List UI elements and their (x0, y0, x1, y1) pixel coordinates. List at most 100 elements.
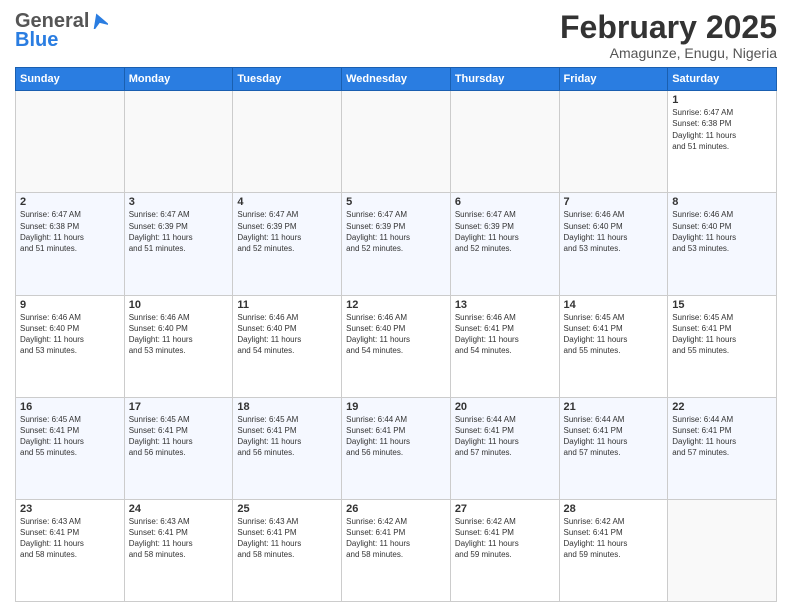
day-info: Sunrise: 6:45 AM Sunset: 6:41 PM Dayligh… (20, 414, 120, 459)
day-cell: 28Sunrise: 6:42 AM Sunset: 6:41 PM Dayli… (559, 499, 668, 601)
day-cell: 11Sunrise: 6:46 AM Sunset: 6:40 PM Dayli… (233, 295, 342, 397)
day-cell: 10Sunrise: 6:46 AM Sunset: 6:40 PM Dayli… (124, 295, 233, 397)
day-number: 19 (346, 401, 446, 413)
day-info: Sunrise: 6:43 AM Sunset: 6:41 PM Dayligh… (20, 516, 120, 561)
day-info: Sunrise: 6:46 AM Sunset: 6:40 PM Dayligh… (20, 312, 120, 357)
calendar-header-row: SundayMondayTuesdayWednesdayThursdayFrid… (16, 68, 777, 91)
day-number: 17 (129, 401, 229, 413)
day-cell: 7Sunrise: 6:46 AM Sunset: 6:40 PM Daylig… (559, 193, 668, 295)
header: General Blue February 2025 Amagunze, Enu… (15, 10, 777, 61)
day-number: 23 (20, 503, 120, 515)
day-cell: 26Sunrise: 6:42 AM Sunset: 6:41 PM Dayli… (342, 499, 451, 601)
day-info: Sunrise: 6:47 AM Sunset: 6:39 PM Dayligh… (237, 209, 337, 254)
week-row-4: 16Sunrise: 6:45 AM Sunset: 6:41 PM Dayli… (16, 397, 777, 499)
day-header-tuesday: Tuesday (233, 68, 342, 91)
day-number: 6 (455, 196, 555, 208)
day-cell: 27Sunrise: 6:42 AM Sunset: 6:41 PM Dayli… (450, 499, 559, 601)
day-cell: 15Sunrise: 6:45 AM Sunset: 6:41 PM Dayli… (668, 295, 777, 397)
day-cell: 9Sunrise: 6:46 AM Sunset: 6:40 PM Daylig… (16, 295, 125, 397)
day-info: Sunrise: 6:44 AM Sunset: 6:41 PM Dayligh… (455, 414, 555, 459)
day-cell: 24Sunrise: 6:43 AM Sunset: 6:41 PM Dayli… (124, 499, 233, 601)
day-cell (342, 91, 451, 193)
logo-blue-text: Blue (15, 29, 58, 52)
day-cell: 6Sunrise: 6:47 AM Sunset: 6:39 PM Daylig… (450, 193, 559, 295)
day-info: Sunrise: 6:47 AM Sunset: 6:39 PM Dayligh… (455, 209, 555, 254)
day-number: 24 (129, 503, 229, 515)
month-title: February 2025 (560, 10, 777, 45)
day-cell: 4Sunrise: 6:47 AM Sunset: 6:39 PM Daylig… (233, 193, 342, 295)
calendar-table: SundayMondayTuesdayWednesdayThursdayFrid… (15, 67, 777, 602)
day-info: Sunrise: 6:47 AM Sunset: 6:39 PM Dayligh… (346, 209, 446, 254)
day-cell: 2Sunrise: 6:47 AM Sunset: 6:38 PM Daylig… (16, 193, 125, 295)
day-cell: 25Sunrise: 6:43 AM Sunset: 6:41 PM Dayli… (233, 499, 342, 601)
day-cell: 20Sunrise: 6:44 AM Sunset: 6:41 PM Dayli… (450, 397, 559, 499)
day-number: 3 (129, 196, 229, 208)
day-info: Sunrise: 6:45 AM Sunset: 6:41 PM Dayligh… (129, 414, 229, 459)
day-info: Sunrise: 6:44 AM Sunset: 6:41 PM Dayligh… (346, 414, 446, 459)
day-header-sunday: Sunday (16, 68, 125, 91)
day-cell (16, 91, 125, 193)
day-number: 15 (672, 299, 772, 311)
day-cell (668, 499, 777, 601)
day-cell: 3Sunrise: 6:47 AM Sunset: 6:39 PM Daylig… (124, 193, 233, 295)
day-info: Sunrise: 6:46 AM Sunset: 6:40 PM Dayligh… (564, 209, 664, 254)
day-info: Sunrise: 6:46 AM Sunset: 6:40 PM Dayligh… (129, 312, 229, 357)
day-number: 21 (564, 401, 664, 413)
day-number: 26 (346, 503, 446, 515)
day-number: 28 (564, 503, 664, 515)
day-number: 9 (20, 299, 120, 311)
day-number: 16 (20, 401, 120, 413)
day-cell: 22Sunrise: 6:44 AM Sunset: 6:41 PM Dayli… (668, 397, 777, 499)
day-number: 10 (129, 299, 229, 311)
day-info: Sunrise: 6:44 AM Sunset: 6:41 PM Dayligh… (672, 414, 772, 459)
day-cell: 16Sunrise: 6:45 AM Sunset: 6:41 PM Dayli… (16, 397, 125, 499)
day-number: 20 (455, 401, 555, 413)
day-cell: 23Sunrise: 6:43 AM Sunset: 6:41 PM Dayli… (16, 499, 125, 601)
day-info: Sunrise: 6:44 AM Sunset: 6:41 PM Dayligh… (564, 414, 664, 459)
day-info: Sunrise: 6:45 AM Sunset: 6:41 PM Dayligh… (564, 312, 664, 357)
week-row-5: 23Sunrise: 6:43 AM Sunset: 6:41 PM Dayli… (16, 499, 777, 601)
day-info: Sunrise: 6:47 AM Sunset: 6:39 PM Dayligh… (129, 209, 229, 254)
day-cell: 5Sunrise: 6:47 AM Sunset: 6:39 PM Daylig… (342, 193, 451, 295)
day-info: Sunrise: 6:43 AM Sunset: 6:41 PM Dayligh… (237, 516, 337, 561)
day-info: Sunrise: 6:45 AM Sunset: 6:41 PM Dayligh… (672, 312, 772, 357)
day-number: 14 (564, 299, 664, 311)
day-info: Sunrise: 6:47 AM Sunset: 6:38 PM Dayligh… (672, 107, 772, 152)
day-number: 8 (672, 196, 772, 208)
day-cell: 13Sunrise: 6:46 AM Sunset: 6:41 PM Dayli… (450, 295, 559, 397)
day-cell (450, 91, 559, 193)
location: Amagunze, Enugu, Nigeria (560, 45, 777, 61)
day-header-thursday: Thursday (450, 68, 559, 91)
day-info: Sunrise: 6:42 AM Sunset: 6:41 PM Dayligh… (455, 516, 555, 561)
day-cell (124, 91, 233, 193)
day-number: 1 (672, 94, 772, 106)
day-info: Sunrise: 6:45 AM Sunset: 6:41 PM Dayligh… (237, 414, 337, 459)
day-number: 4 (237, 196, 337, 208)
day-number: 18 (237, 401, 337, 413)
page: General Blue February 2025 Amagunze, Enu… (0, 0, 792, 612)
day-header-friday: Friday (559, 68, 668, 91)
day-cell (559, 91, 668, 193)
day-number: 27 (455, 503, 555, 515)
day-cell: 12Sunrise: 6:46 AM Sunset: 6:40 PM Dayli… (342, 295, 451, 397)
day-header-wednesday: Wednesday (342, 68, 451, 91)
day-cell: 21Sunrise: 6:44 AM Sunset: 6:41 PM Dayli… (559, 397, 668, 499)
day-info: Sunrise: 6:46 AM Sunset: 6:40 PM Dayligh… (672, 209, 772, 254)
title-block: February 2025 Amagunze, Enugu, Nigeria (560, 10, 777, 61)
day-number: 12 (346, 299, 446, 311)
logo-bird-icon (90, 13, 108, 29)
day-info: Sunrise: 6:47 AM Sunset: 6:38 PM Dayligh… (20, 209, 120, 254)
day-number: 5 (346, 196, 446, 208)
day-info: Sunrise: 6:42 AM Sunset: 6:41 PM Dayligh… (564, 516, 664, 561)
day-number: 11 (237, 299, 337, 311)
day-cell: 8Sunrise: 6:46 AM Sunset: 6:40 PM Daylig… (668, 193, 777, 295)
day-number: 7 (564, 196, 664, 208)
day-cell: 18Sunrise: 6:45 AM Sunset: 6:41 PM Dayli… (233, 397, 342, 499)
logo: General Blue (15, 10, 108, 52)
day-info: Sunrise: 6:43 AM Sunset: 6:41 PM Dayligh… (129, 516, 229, 561)
day-number: 22 (672, 401, 772, 413)
day-cell: 17Sunrise: 6:45 AM Sunset: 6:41 PM Dayli… (124, 397, 233, 499)
day-number: 13 (455, 299, 555, 311)
day-cell: 1Sunrise: 6:47 AM Sunset: 6:38 PM Daylig… (668, 91, 777, 193)
day-info: Sunrise: 6:42 AM Sunset: 6:41 PM Dayligh… (346, 516, 446, 561)
